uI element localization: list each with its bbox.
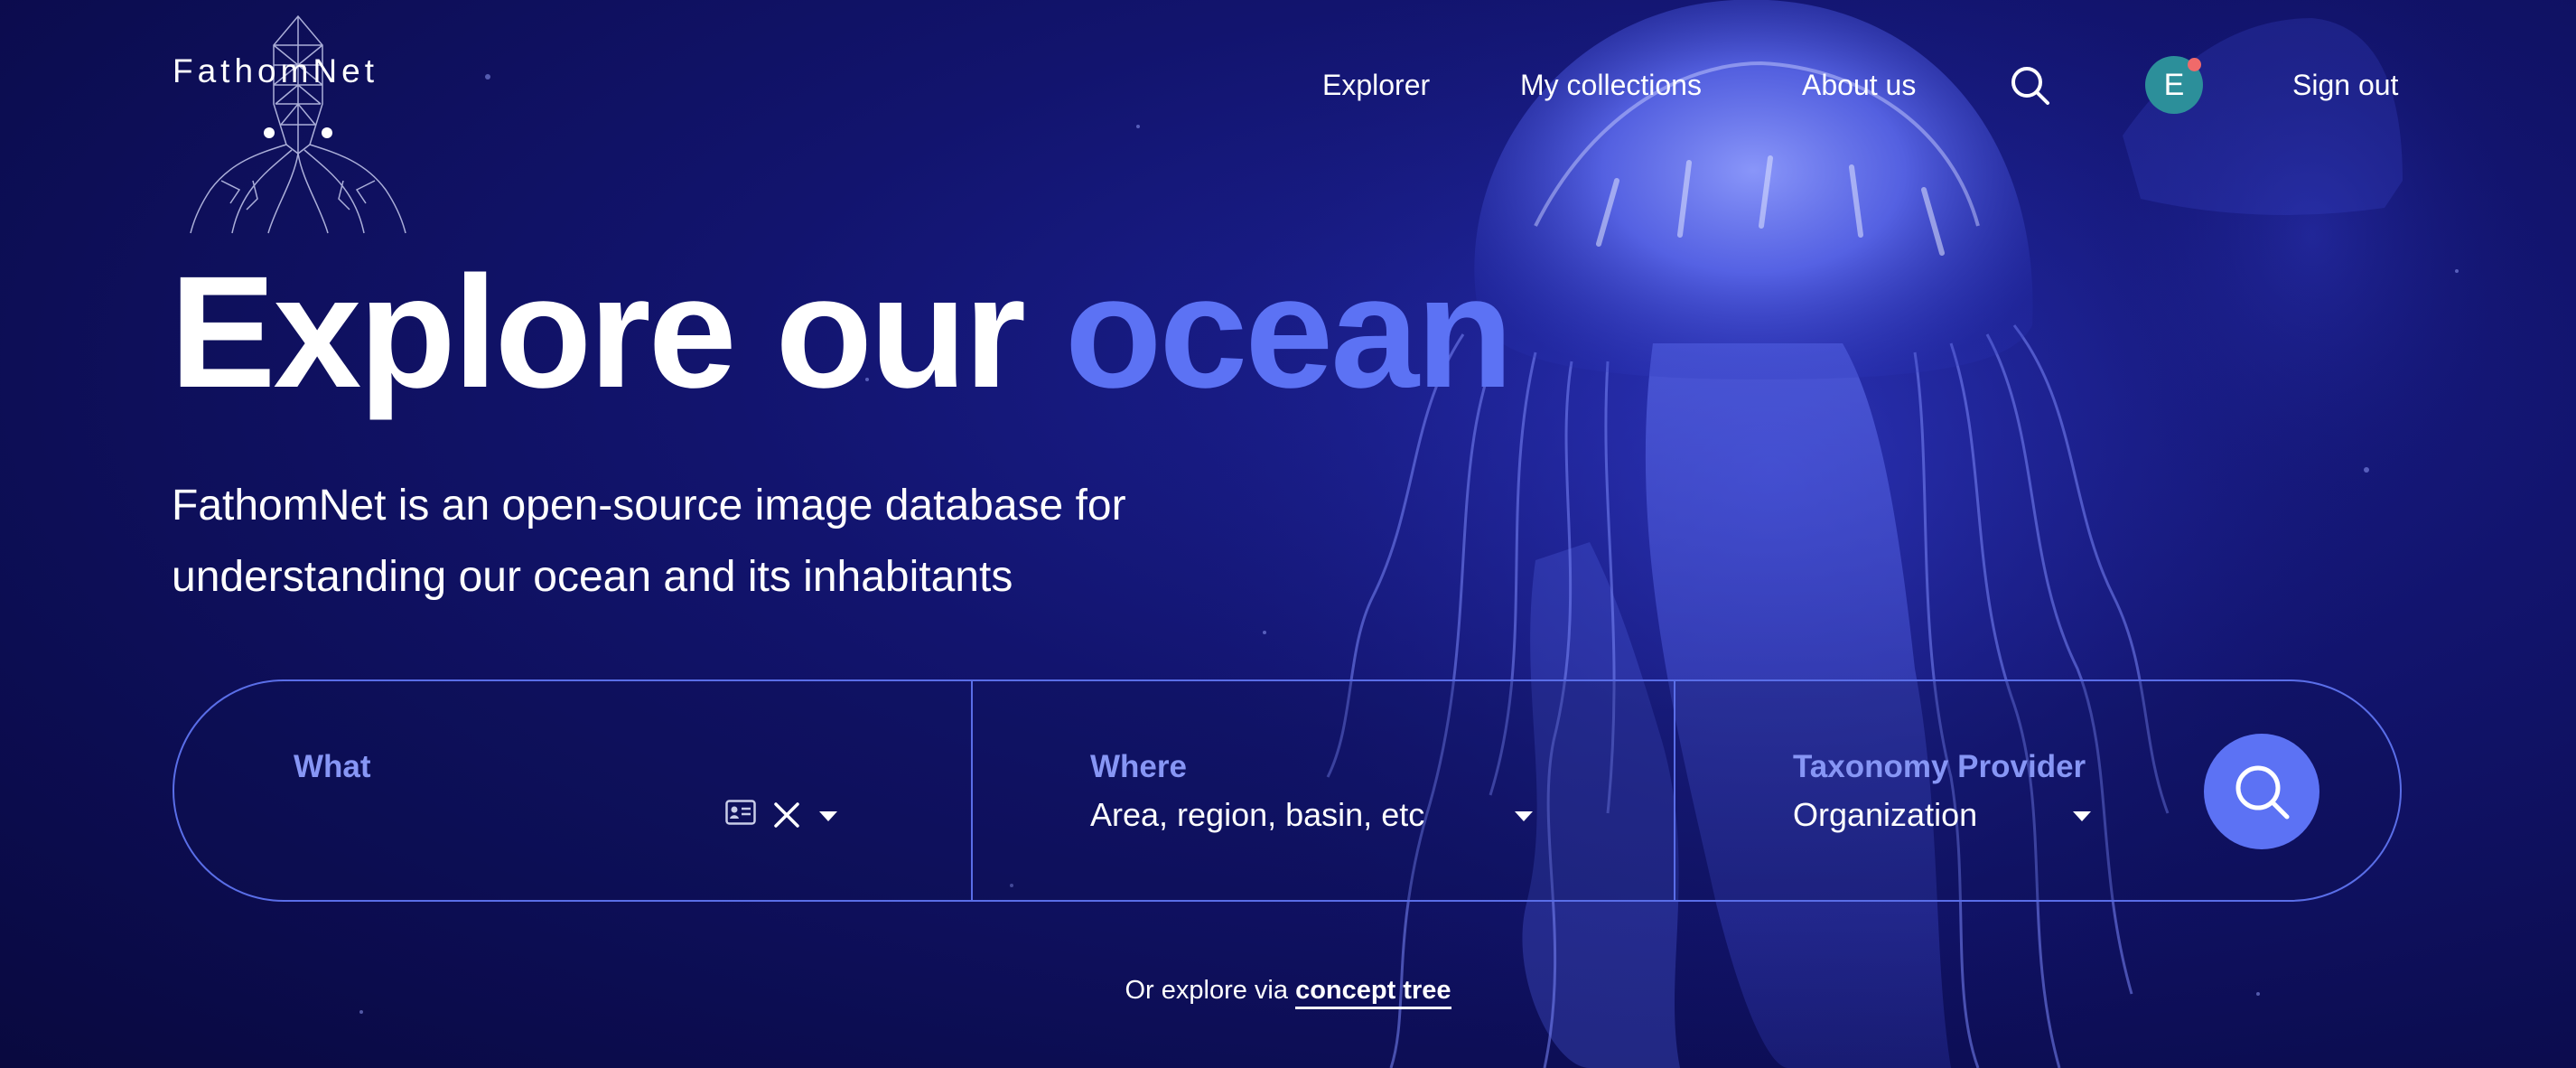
what-caret-down-icon[interactable]	[819, 811, 837, 821]
avatar-initial: E	[2163, 68, 2185, 102]
search-submit-button[interactable]	[2204, 734, 2319, 849]
where-value: Area, region, basin, etc	[1090, 796, 1425, 833]
taxonomy-field[interactable]: Taxonomy Provider Organization	[1675, 681, 2181, 900]
taxonomy-label: Taxonomy Provider	[1793, 749, 2086, 784]
home-page: FathomNet Explorer My collections About …	[0, 0, 2576, 1068]
nav-explorer[interactable]: Explorer	[1322, 61, 1430, 108]
where-caret-down-icon[interactable]	[1515, 811, 1533, 821]
user-avatar[interactable]: E	[2145, 56, 2203, 114]
concept-tree-link[interactable]: concept tree	[1295, 976, 1451, 1009]
close-icon[interactable]	[772, 801, 801, 829]
main-nav: Explorer My collections About us E Sign …	[0, 56, 2576, 114]
what-label: What	[294, 749, 371, 784]
hero-subtitle: FathomNet is an open-source image databa…	[172, 470, 1346, 613]
hero-title-main: Explore our	[170, 244, 1026, 421]
hero-subtitle-line1: FathomNet is an open-source image databa…	[172, 482, 1126, 529]
search-icon	[2235, 765, 2290, 820]
hero-subtitle-line2: understanding our ocean and its inhabita…	[172, 553, 1013, 601]
search-bar: What Where Area, region, basin, etc Taxo…	[173, 679, 2402, 902]
hero-title: Explore our ocean	[170, 242, 1514, 423]
taxonomy-value: Organization	[1793, 796, 1978, 833]
hero-title-accent: ocean	[1064, 244, 1514, 421]
nav-my-collections[interactable]: My collections	[1520, 61, 1702, 108]
where-field[interactable]: Where Area, region, basin, etc	[973, 681, 1674, 900]
where-label: Where	[1090, 749, 1187, 784]
explore-alternative: Or explore via concept tree	[0, 976, 2576, 1009]
nav-about-us[interactable]: About us	[1802, 61, 1916, 108]
squid-logo-icon[interactable]	[167, 9, 429, 235]
sign-out-link[interactable]: Sign out	[2292, 61, 2398, 108]
explore-prefix: Or explore via	[1125, 976, 1288, 1005]
notification-dot	[2188, 58, 2201, 71]
id-card-icon[interactable]	[725, 800, 756, 825]
search-icon[interactable]	[2010, 65, 2051, 107]
taxonomy-caret-down-icon[interactable]	[2073, 811, 2091, 821]
what-field[interactable]: What	[174, 681, 971, 900]
